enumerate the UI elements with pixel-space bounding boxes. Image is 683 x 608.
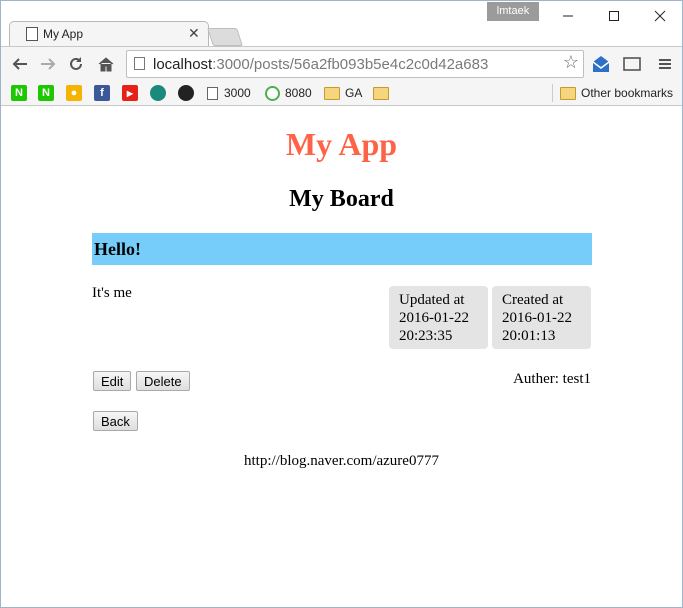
bookmark-star-icon[interactable]: ☆ (563, 52, 579, 73)
tab-close-icon[interactable]: ✕ (188, 25, 200, 42)
bookmark-folder-ga[interactable]: GA (324, 85, 362, 101)
reload-icon[interactable] (65, 53, 87, 75)
forward-arrow-icon[interactable] (37, 53, 59, 75)
address-bar[interactable]: localhost:3000/posts/56a2fb093b5e4c2c0d4… (126, 50, 584, 78)
bookmarks-divider (552, 84, 553, 102)
bookmark-3000[interactable]: 3000 (207, 85, 251, 101)
extension-mail-icon[interactable] (591, 54, 611, 74)
bookmark-youtube[interactable]: ▶ (122, 85, 138, 101)
author-label: Auther: test1 (513, 371, 591, 387)
bookmark-app[interactable] (150, 85, 166, 101)
post-body: It's me (92, 285, 132, 301)
bookmark-8080[interactable]: 8080 (265, 85, 312, 101)
created-label: Created at (502, 292, 564, 308)
created-at-box: Created at 2016-01-22 20:01:13 (492, 286, 591, 349)
tab-my-app[interactable]: My App ✕ (9, 21, 209, 47)
spring-icon (265, 85, 280, 101)
new-tab-button[interactable] (207, 28, 243, 46)
delete-button[interactable]: Delete (136, 371, 190, 391)
bookmark-bulb[interactable]: ● (66, 85, 82, 101)
home-icon[interactable] (95, 53, 117, 75)
maximize-icon[interactable] (591, 1, 637, 31)
bookmark-folder[interactable] (373, 85, 394, 101)
post-title: Hello! (94, 239, 141, 259)
post-title-bar: Hello! (92, 233, 592, 265)
other-bookmarks[interactable]: Other bookmarks (560, 85, 673, 101)
bookmark-facebook[interactable]: f (94, 85, 110, 101)
bookmarks-bar: N N ● f ▶ 3000 8080 GA Other bookmarks (1, 81, 682, 106)
bookmark-github[interactable] (178, 85, 194, 101)
folder-icon (560, 86, 576, 100)
edit-button[interactable]: Edit (93, 371, 132, 391)
created-date: 2016-01-22 (502, 310, 572, 326)
url-text: localhost:3000/posts/56a2fb093b5e4c2c0d4… (153, 56, 489, 73)
github-icon (178, 85, 194, 101)
updated-label: Updated at (399, 292, 465, 308)
close-window-icon[interactable] (637, 1, 682, 31)
title-bar: lmtaek My App ✕ (1, 1, 682, 47)
naver-icon: N (38, 85, 54, 101)
app-title: My App (285, 126, 398, 162)
updated-time: 20:23:35 (399, 328, 453, 344)
page-icon (207, 86, 218, 100)
bookmark-naver-1[interactable]: N (11, 85, 27, 101)
browser-toolbar: localhost:3000/posts/56a2fb093b5e4c2c0d4… (1, 46, 682, 81)
page-content: My App My Board Hello! It's me Updated a… (1, 106, 682, 607)
page-icon (26, 27, 38, 41)
profile-badge[interactable]: lmtaek (487, 2, 539, 21)
board-title: My Board (289, 186, 394, 212)
back-button[interactable]: Back (93, 411, 138, 431)
app-icon (150, 85, 166, 101)
updated-at-box: Updated at 2016-01-22 20:23:35 (389, 286, 488, 349)
facebook-icon: f (94, 85, 110, 101)
bulb-icon: ● (66, 85, 82, 101)
youtube-icon: ▶ (122, 85, 138, 101)
updated-date: 2016-01-22 (399, 310, 469, 326)
cast-icon[interactable] (622, 54, 642, 74)
browser-window: lmtaek My App ✕ localhost:3000/posts/56a… (0, 0, 683, 608)
footer-link[interactable]: http://blog.naver.com/azure0777 (1, 453, 682, 470)
minimize-icon[interactable] (545, 1, 591, 31)
back-arrow-icon[interactable] (9, 53, 31, 75)
folder-icon (373, 86, 389, 100)
folder-icon (324, 86, 340, 100)
bookmark-naver-2[interactable]: N (38, 85, 54, 101)
page-info-icon[interactable] (134, 57, 145, 70)
tab-title: My App (43, 27, 84, 41)
naver-icon: N (11, 85, 27, 101)
created-time: 20:01:13 (502, 328, 556, 344)
menu-icon[interactable] (655, 54, 675, 74)
